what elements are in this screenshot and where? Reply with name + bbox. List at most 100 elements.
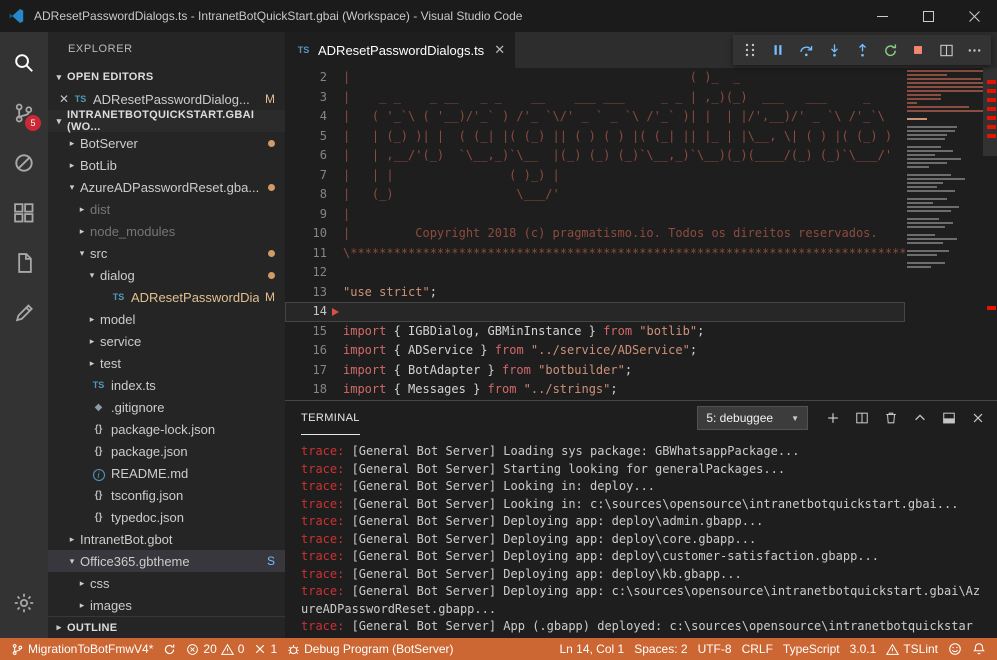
tree-item-images[interactable]: ▸images [48,594,285,616]
tree-item-botserver[interactable]: ▸BotServer [48,132,285,154]
code-line-16[interactable]: 16import { ADService } from "../service/… [285,341,905,361]
status-cursor-position[interactable]: Ln 14, Col 1 [554,638,629,660]
status-encoding[interactable]: UTF-8 [693,638,737,660]
status-branch[interactable]: MigrationToBotFmwV4* [6,638,158,660]
sidebar-title: EXPLORER [48,32,285,66]
restart-button[interactable] [876,36,904,64]
close-editor-icon[interactable]: ✕ [56,92,72,106]
chevron-down-icon: ▾ [64,182,80,193]
code-line-2[interactable]: 2| ( )_ _ | [285,68,905,88]
status-fail-count[interactable]: 1 [249,638,282,660]
editor-scrollbar[interactable] [983,68,997,400]
tree-item-dist[interactable]: ▸dist [48,198,285,220]
code-line-5[interactable]: 5| | (_) )| | ( (_| |( (_) || ( ) ( ) |(… [285,127,905,147]
tree-item-tsconfig-json[interactable]: {}tsconfig.json [48,484,285,506]
chevron-right-icon: ▸ [84,358,100,369]
maximize-button[interactable] [905,0,951,32]
tree-item-office365-gbtheme[interactable]: ▾Office365.gbthemeS [48,550,285,572]
code-line-12[interactable]: 12 [285,263,905,283]
pause-button[interactable] [764,36,792,64]
tree-item-dialog[interactable]: ▾dialog [48,264,285,286]
open-editors-header[interactable]: ▾ OPEN EDITORS [48,66,285,88]
code-line-4[interactable]: 4| ( '_`\ ( '__)/'_` ) /'_ `\/' _ ` _ `\… [285,107,905,127]
code-editor[interactable]: 2| ( )_ _ |3| _ _ _ __ _ _ __ ___ ___ _ … [285,68,997,400]
tree-item-package-json[interactable]: {}package.json [48,440,285,462]
tree-item-typedoc-json[interactable]: {}typedoc.json [48,506,285,528]
code-line-3[interactable]: 3| _ _ _ __ _ _ __ ___ ___ _ _ | ,_)(_) … [285,88,905,108]
open-editor-item[interactable]: ✕ TS ADResetPasswordDialog... M [48,88,285,110]
terminal-line: trace: [General Bot Server] Deploying ap… [301,583,987,618]
close-button[interactable] [951,0,997,32]
split-terminal-icon[interactable] [855,411,869,425]
status-version[interactable]: 3.0.1 [845,638,882,660]
code-line-8[interactable]: 8| (_) \___/' | [285,185,905,205]
search-icon[interactable] [0,38,48,88]
status-debug-target[interactable]: Debug Program (BotServer) [282,638,458,660]
status-language[interactable]: TypeScript [778,638,845,660]
toggle-panel-icon[interactable] [942,411,956,425]
code-line-14[interactable]: 14 [285,302,905,322]
tree-item-adresetpassworddial[interactable]: TSADResetPasswordDial...M [48,286,285,308]
code-line-6[interactable]: 6| | ,__/'(_) `\__,_)`\__ |(_) (_) (_)`\… [285,146,905,166]
split-editor-icon[interactable] [932,36,960,64]
chevron-down-icon: ▾ [74,248,90,259]
feedback-smiley-icon[interactable] [943,638,967,660]
tree-item-botlib[interactable]: ▸BotLib [48,154,285,176]
tree-item-gitignore[interactable]: ◆.gitignore [48,396,285,418]
editor-group: TS ADResetPasswordDialogs.ts ✕ [285,32,997,638]
tree-item-test[interactable]: ▸test [48,352,285,374]
kill-terminal-icon[interactable] [884,411,898,425]
code-line-15[interactable]: 15import { IGBDialog, GBMinInstance } fr… [285,322,905,342]
debug-icon[interactable] [0,138,48,188]
status-tslint[interactable]: TSLint [881,638,943,660]
explorer-icon[interactable] [0,238,48,288]
code-line-7[interactable]: 7| | | ( )_) | | [285,166,905,186]
tree-item-service[interactable]: ▸service [48,330,285,352]
terminal-select[interactable]: 5: debuggee ▼ [697,406,808,430]
tree-item-package-lock-json[interactable]: {}package-lock.json [48,418,285,440]
settings-gear-icon[interactable] [0,578,48,628]
code-area[interactable]: 2| ( )_ _ |3| _ _ _ __ _ _ __ ___ ___ _ … [285,68,905,400]
edit-icon[interactable] [0,288,48,338]
code-line-11[interactable]: 11\*************************************… [285,244,905,264]
gutter-spacer [327,88,343,108]
gutter-spacer [327,146,343,166]
code-line-17[interactable]: 17import { BotAdapter } from "botbuilder… [285,361,905,381]
step-over-button[interactable] [792,36,820,64]
tree-item-readme-md[interactable]: iREADME.md [48,462,285,484]
minimap[interactable] [905,68,983,400]
status-problems[interactable]: 20 0 [181,638,249,660]
minimize-button[interactable] [859,0,905,32]
more-actions-icon[interactable] [960,36,988,64]
step-into-button[interactable] [820,36,848,64]
close-panel-icon[interactable] [971,411,985,425]
status-eol[interactable]: CRLF [737,638,778,660]
tab-terminal[interactable]: TERMINAL [301,401,360,435]
maximize-panel-icon[interactable] [913,411,927,425]
notifications-bell-icon[interactable] [967,638,991,660]
step-out-button[interactable] [848,36,876,64]
terminal-output[interactable]: trace: [General Bot Server] Loading sys … [285,435,997,638]
extensions-icon[interactable] [0,188,48,238]
tree-item-node-modules[interactable]: ▸node_modules [48,220,285,242]
code-line-10[interactable]: 10| Copyright 2018 (c) pragmatismo.io. T… [285,224,905,244]
tree-item-index-ts[interactable]: TSindex.ts [48,374,285,396]
workspace-section-header[interactable]: ▾ INTRANETBOTQUICKSTART.GBAI (WO... [48,110,285,132]
outline-section-header[interactable]: ▸ OUTLINE [48,616,285,638]
status-sync-icon[interactable] [158,638,181,660]
drag-handle-icon[interactable] [736,36,764,64]
tree-item-src[interactable]: ▾src [48,242,285,264]
status-indentation[interactable]: Spaces: 2 [629,638,692,660]
close-tab-icon[interactable]: ✕ [494,42,505,58]
code-line-13[interactable]: 13"use strict"; [285,283,905,303]
code-line-9[interactable]: 9| | [285,205,905,225]
tree-item-css[interactable]: ▸css [48,572,285,594]
code-line-18[interactable]: 18import { Messages } from "../strings"; [285,380,905,400]
tree-item-azureadpasswordreset-gba[interactable]: ▾AzureADPasswordReset.gba... [48,176,285,198]
tree-item-model[interactable]: ▸model [48,308,285,330]
source-control-icon[interactable]: 5 [0,88,48,138]
tab-adresetpassworddialogs[interactable]: TS ADResetPasswordDialogs.ts ✕ [285,32,515,68]
new-terminal-icon[interactable] [826,411,840,425]
tree-item-intranetbot-gbot[interactable]: ▸IntranetBot.gbot [48,528,285,550]
stop-button[interactable] [904,36,932,64]
